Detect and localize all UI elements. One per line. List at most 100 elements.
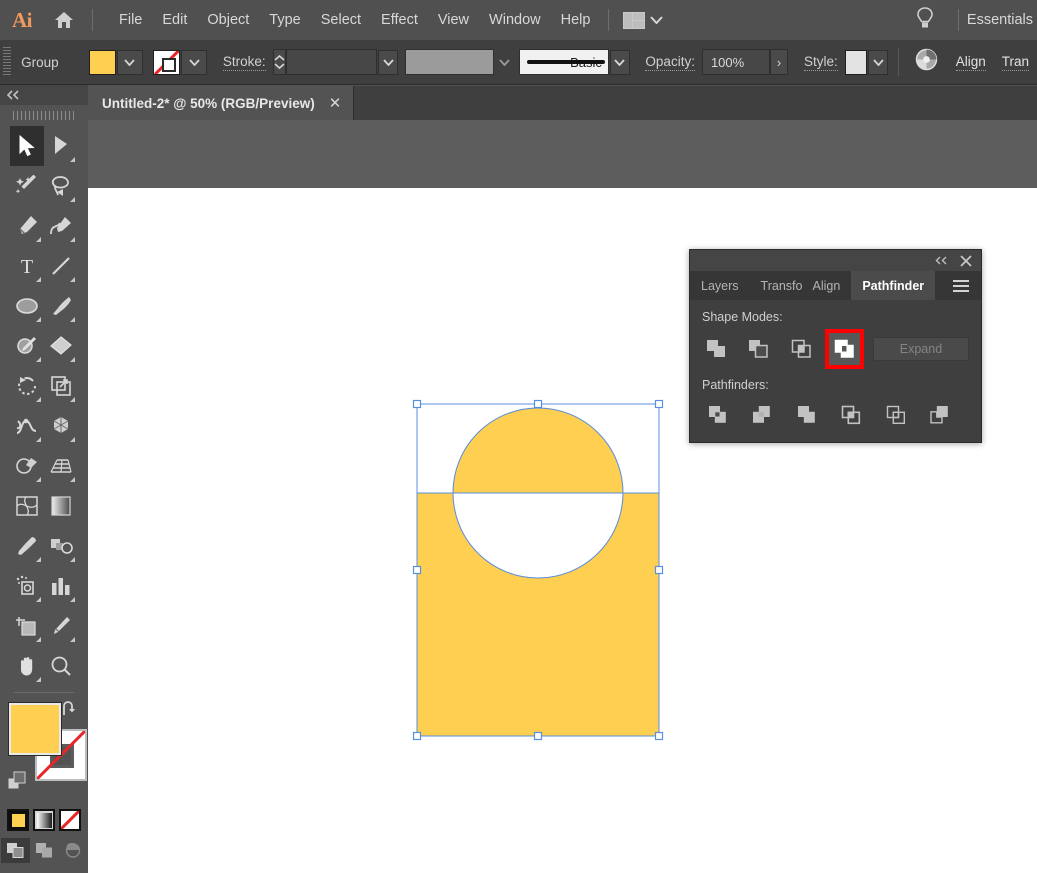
exclude-button[interactable] [829,333,860,365]
panel-body: Shape Modes: [690,300,981,442]
pen-tool[interactable] [10,206,44,246]
magic-wand-tool[interactable] [10,166,44,206]
stroke-swatch-none[interactable] [153,50,180,75]
scale-tool[interactable] [44,366,78,406]
slice-tool[interactable] [44,606,78,646]
tools-panel-grip[interactable] [0,108,88,122]
tab-layers[interactable]: Layers [690,271,750,300]
tab-align[interactable]: Align [802,271,852,300]
transform-panel-link[interactable]: Tran [1002,54,1029,71]
chevron-down-icon [873,59,884,66]
minus-back-button[interactable] [925,401,957,428]
graphic-style-dropdown[interactable] [868,50,888,75]
outline-button[interactable] [880,401,912,428]
recolor-artwork-icon[interactable] [915,48,938,76]
stroke-dropdown-button[interactable] [181,50,207,75]
minus-front-button[interactable] [744,336,773,363]
menu-help[interactable]: Help [551,6,601,34]
chevron-down-icon [650,16,663,24]
draw-normal-button[interactable] [1,838,30,863]
paintbrush-tool[interactable] [44,286,78,326]
menu-select[interactable]: Select [311,6,371,34]
menu-type[interactable]: Type [259,6,310,34]
type-tool[interactable]: T [10,246,44,286]
gradient-tool[interactable] [44,486,78,526]
draw-inside-button[interactable] [59,838,88,863]
panel-menu-icon[interactable] [941,271,981,300]
color-mode-button[interactable] [7,809,29,831]
menu-file[interactable]: File [109,6,152,34]
divide-button[interactable] [702,401,734,428]
graphic-style-swatch[interactable] [845,50,868,75]
opacity-field[interactable]: 100% [702,49,770,75]
blend-tool[interactable] [44,526,78,566]
width-tool[interactable] [10,406,44,446]
brush-dropdown-button[interactable] [610,50,630,75]
mesh-tool[interactable] [10,486,44,526]
merge-button[interactable] [791,401,823,428]
none-mode-button[interactable] [59,809,81,831]
curvature-tool[interactable] [44,206,78,246]
collapse-panel-icon[interactable] [6,90,20,100]
zoom-tool[interactable] [44,646,78,686]
stroke-color-control[interactable] [153,50,207,75]
stroke-weight-stepper[interactable] [273,49,286,75]
stroke-weight-dropdown[interactable] [378,50,398,75]
hand-tool[interactable] [10,646,44,686]
brush-definition-field[interactable]: Basic [519,49,609,75]
free-transform-tool[interactable] [44,406,78,446]
drawing-mode-row [0,838,88,863]
perspective-grid-tool[interactable] [44,446,78,486]
fill-swatch[interactable] [89,50,116,75]
menu-window[interactable]: Window [479,6,551,34]
close-icon[interactable]: ✕ [329,96,342,111]
eraser-tool[interactable] [44,326,78,366]
gradient-mode-button[interactable] [33,809,55,831]
align-panel-link[interactable]: Align [956,54,986,71]
lightbulb-icon[interactable] [916,6,934,35]
fill-color-control[interactable] [89,50,143,75]
fill-indicator[interactable] [9,703,61,755]
draw-behind-button[interactable] [30,838,59,863]
opacity-options-button[interactable]: › [770,49,788,75]
menu-view[interactable]: View [428,6,479,34]
stroke-profile-field[interactable] [405,49,494,75]
fill-dropdown-button[interactable] [117,50,143,75]
ellipse-tool[interactable] [10,286,44,326]
lasso-tool[interactable] [44,166,78,206]
menu-edit[interactable]: Edit [152,6,197,34]
shaper-tool[interactable] [10,326,44,366]
tab-transform[interactable]: Transfor [750,271,802,300]
panel-header [690,250,981,271]
line-segment-tool[interactable] [44,246,78,286]
stroke-profile-dropdown[interactable] [495,50,514,75]
tab-pathfinder[interactable]: Pathfinder [851,271,935,300]
stroke-weight-field[interactable] [286,49,378,75]
pathfinders-row [702,401,969,428]
direct-selection-tool[interactable] [44,126,78,166]
unite-button[interactable] [702,336,731,363]
column-graph-tool[interactable] [44,566,78,606]
crop-button[interactable] [836,401,868,428]
home-icon[interactable] [44,10,84,30]
trim-button[interactable] [747,401,779,428]
control-bar-grip[interactable] [3,47,11,77]
eyedropper-tool[interactable] [10,526,44,566]
expand-button[interactable]: Expand [873,337,969,361]
menu-effect[interactable]: Effect [371,6,428,34]
selection-tool[interactable] [10,126,44,166]
symbol-sprayer-tool[interactable] [10,566,44,606]
workspace-switcher[interactable]: Essentials [967,12,1037,28]
arrange-documents-button[interactable] [617,12,669,29]
shape-builder-tool[interactable] [10,446,44,486]
menu-object[interactable]: Object [197,6,259,34]
close-icon[interactable] [960,255,972,267]
artboard-tool[interactable] [10,606,44,646]
rotate-tool[interactable] [10,366,44,406]
collapse-icon[interactable] [935,256,948,265]
canvas-area[interactable] [88,120,1037,873]
intersect-button[interactable] [787,336,816,363]
swap-fill-stroke-icon[interactable] [60,699,80,724]
document-tab[interactable]: Untitled-2* @ 50% (RGB/Preview) ✕ [88,86,354,120]
default-fill-stroke-icon[interactable] [6,770,28,797]
